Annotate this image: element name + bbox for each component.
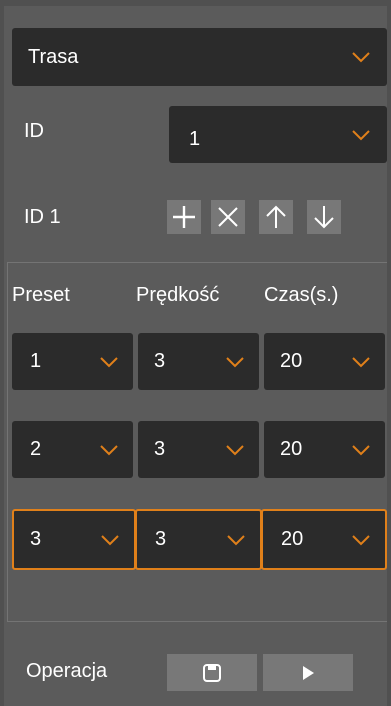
preset-value: 3 xyxy=(30,528,42,550)
id-label: ID xyxy=(24,120,44,142)
preset-value: 2 xyxy=(30,438,42,460)
time-select[interactable]: 20 xyxy=(264,421,385,478)
chevron-down-icon xyxy=(226,444,244,455)
time-select[interactable]: 20 xyxy=(264,333,385,390)
add-point-button[interactable] xyxy=(167,200,201,234)
preset-select[interactable]: 3 xyxy=(12,509,136,570)
arrow-down-icon xyxy=(314,206,334,229)
chevron-down-icon xyxy=(352,356,370,367)
time-column-header: Czas(s.) xyxy=(264,284,339,306)
time-value: 20 xyxy=(280,350,303,372)
speed-column-header: Prędkość xyxy=(136,284,220,306)
operation-label: Operacja xyxy=(26,660,108,682)
preset-value: 1 xyxy=(30,350,42,372)
preset-column-header: Preset xyxy=(12,284,70,306)
time-select[interactable]: 20 xyxy=(261,509,387,570)
id-select[interactable]: 1 xyxy=(169,106,387,163)
speed-value: 3 xyxy=(154,438,166,460)
speed-select[interactable]: 3 xyxy=(138,333,259,390)
play-button[interactable] xyxy=(263,654,353,691)
speed-value: 3 xyxy=(154,350,166,372)
move-down-button[interactable] xyxy=(307,200,341,234)
chevron-down-icon xyxy=(352,534,370,545)
chevron-down-icon xyxy=(227,534,245,545)
delete-point-button[interactable] xyxy=(211,200,245,234)
time-value: 20 xyxy=(280,438,303,460)
speed-select[interactable]: 3 xyxy=(135,509,262,570)
chevron-down-icon xyxy=(352,444,370,455)
move-up-button[interactable] xyxy=(259,200,293,234)
chevron-down-icon xyxy=(101,534,119,545)
chevron-down-icon xyxy=(226,356,244,367)
mode-select-value: Trasa xyxy=(28,45,79,68)
plus-icon xyxy=(173,206,195,228)
route-id-label: ID 1 xyxy=(24,206,61,228)
chevron-down-icon xyxy=(352,52,370,63)
speed-value: 3 xyxy=(155,528,167,550)
save-button[interactable] xyxy=(167,654,257,691)
preset-select[interactable]: 1 xyxy=(12,333,133,390)
time-value: 20 xyxy=(281,528,304,550)
chevron-down-icon xyxy=(100,444,118,455)
chevron-down-icon xyxy=(352,129,370,140)
chevron-down-icon xyxy=(100,356,118,367)
speed-select[interactable]: 3 xyxy=(138,421,259,478)
play-icon xyxy=(303,665,314,680)
arrow-up-icon xyxy=(266,205,286,228)
save-icon xyxy=(203,663,221,682)
close-icon xyxy=(218,207,238,227)
preset-select[interactable]: 2 xyxy=(12,421,133,478)
id-select-value: 1 xyxy=(189,128,201,150)
mode-select[interactable]: Trasa xyxy=(12,28,387,86)
